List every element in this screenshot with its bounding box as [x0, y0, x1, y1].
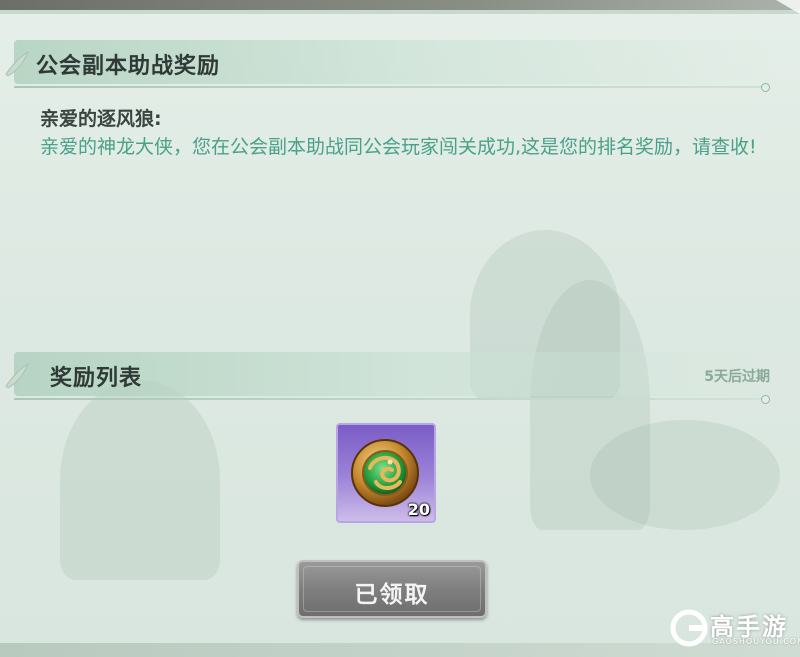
watermark: 高手游 GAOSHOUYOU.COM — [670, 607, 800, 651]
item-count: 20 — [407, 500, 430, 519]
reward-list-title: 奖励列表 — [50, 366, 143, 391]
reward-item-slot[interactable]: 20 — [336, 423, 436, 523]
mail-reward-panel: 公会副本助战奖励 亲爱的逐风狼: 亲爱的神龙大侠，您在公会副本助战同公会玩家闯关… — [0, 0, 800, 657]
reward-list-header: 奖励列表 5天后过期 — [5, 352, 770, 404]
mail-title: 公会副本助战奖励 — [36, 54, 221, 79]
background-tree — [590, 420, 780, 530]
leaf-ornament-icon — [5, 50, 30, 77]
leaf-ornament-icon — [5, 362, 30, 389]
divider — [14, 395, 770, 404]
mail-title-header: 公会副本助战奖励 — [5, 40, 770, 92]
claimed-button[interactable]: 已领取 — [297, 560, 487, 618]
brand-logo-icon — [670, 609, 708, 647]
claimed-button-label: 已领取 — [354, 582, 430, 608]
background-mountain — [60, 380, 220, 580]
top-border — [0, 0, 800, 14]
jade-medallion-icon — [351, 439, 419, 507]
mail-greeting: 亲爱的逐风狼: — [40, 108, 162, 130]
mail-body: 亲爱的神龙大侠，您在公会副本助战同公会玩家闯关成功,这是您的排名奖励，请查收! — [40, 136, 757, 158]
watermark-domain: GAOSHOUYOU.COM — [712, 637, 800, 646]
expire-notice: 5天后过期 — [704, 369, 770, 385]
divider — [14, 83, 770, 92]
